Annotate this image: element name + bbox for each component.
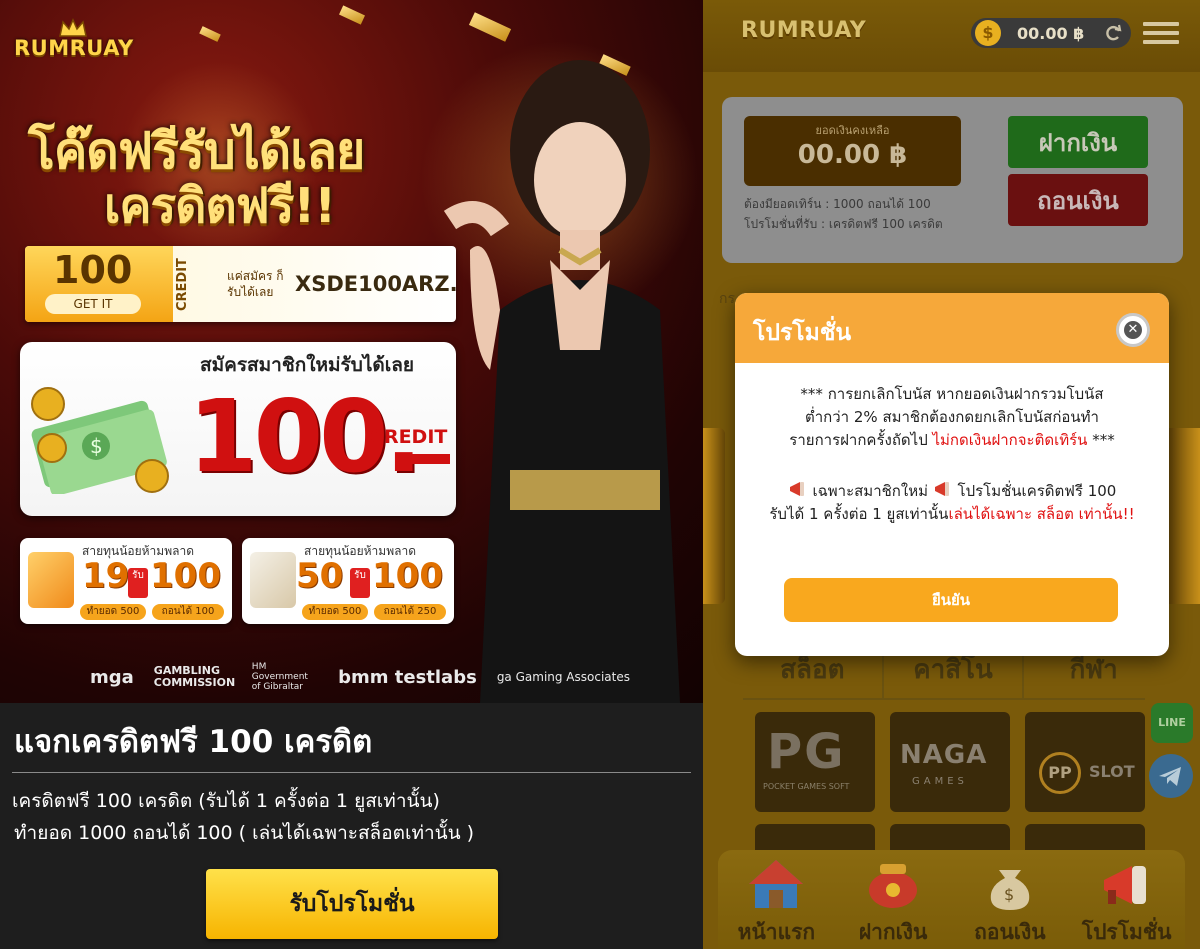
modal-new-member-line2: รับได้ 1 ครั้งต่อ 1 ยูสเท่านั้นเล่นได้เฉ…	[735, 503, 1169, 526]
model-photo	[443, 60, 680, 703]
app-screen: RUMRUAY $ 00.00 ฿ ยอดเงินคงเหลือ 00.00 ฿…	[703, 0, 1200, 949]
mini-card-withdraw: ถอนได้ 100	[152, 604, 224, 620]
mini-card-turnover: ทำยอด 500	[302, 604, 368, 620]
modal-body: *** การยกเลิกโบนัส หากยอดเงินฝากรวมโบนัส…	[735, 383, 1169, 526]
low-budget-card-19[interactable]: สายทุนน้อยห้ามพลาด 19 รับ 100 ทำยอด 500 …	[20, 538, 232, 624]
partner-gaming-associates: ga Gaming Associates	[496, 670, 630, 684]
logo-text: RUMRUAY	[14, 36, 134, 60]
signup-bonus-card: $ สมัครสมาชิกใหม่รับได้เลย 100. CREDIT	[20, 342, 456, 516]
mini-card-deposit: 50	[296, 556, 344, 596]
claim-promotion-button[interactable]: รับโปรโมชั่น	[206, 869, 498, 939]
mini-card-receive: รับ	[128, 568, 148, 598]
modal-rule-end: ***	[1087, 431, 1115, 449]
partner-bmm: bmm testlabs	[338, 666, 477, 688]
divider	[12, 772, 691, 773]
mini-card-receive: รับ	[350, 568, 370, 598]
modal-header: โปรโมชั่น ✕	[735, 293, 1169, 363]
promo-banner-panel: RUMRUAY โค๊ดฟรีรับได้เลย เครดิตฟรี!! 100…	[0, 0, 703, 949]
code-card-hint: แค่สมัคร ก็รับได้เลย	[227, 269, 284, 299]
modal-overlay: โปรโมชั่น ✕ *** การยกเลิกโบนัส หากยอดเงิ…	[703, 0, 1200, 949]
promotion-modal: โปรโมชั่น ✕ *** การยกเลิกโบนัส หากยอดเงิ…	[735, 293, 1169, 656]
modal-free-credit-text: โปรโมชั่นเครดิตฟรี 100	[957, 482, 1117, 500]
headline-free-credit: เครดิตฟรี!!	[104, 178, 336, 234]
code-card-amount: 100	[53, 248, 133, 292]
mini-card-receive-amount: 100	[150, 556, 221, 596]
confetti-decoration	[199, 26, 221, 42]
promo-banner: RUMRUAY โค๊ดฟรีรับได้เลย เครดิตฟรี!! 100…	[0, 0, 703, 703]
rumruay-logo[interactable]: RUMRUAY	[14, 18, 134, 74]
modal-new-member-line1: เฉพาะสมาชิกใหม่ โปรโมชั่นเครดิตฟรี 100	[735, 479, 1169, 503]
promo-code-card[interactable]: 100 GET IT CREDIT แค่สมัคร ก็รับได้เลย X…	[25, 246, 456, 322]
mini-card-turnover: ทำยอด 500	[80, 604, 146, 620]
promo-description-line2: ทำยอด 1000 ถอนได้ 100 ( เล่นได้เฉพาะสล็อ…	[14, 822, 475, 844]
get-it-badge: GET IT	[45, 294, 141, 314]
code-card-left: 100 GET IT	[25, 246, 173, 322]
megaphone-icon	[789, 482, 804, 496]
gift-box-icon	[250, 552, 296, 608]
confetti-decoration	[339, 5, 365, 25]
modal-new-member-text: เฉพาะสมาชิกใหม่	[812, 482, 928, 500]
promo-description-line1: เครดิตฟรี 100 เครดิต (รับได้ 1 ครั้งต่อ …	[12, 790, 440, 812]
megaphone-icon	[28, 552, 74, 608]
partner-gibraltar: HM Government of Gibraltar	[251, 662, 308, 692]
modal-bonus-rule-line3: รายการฝากครั้งถัดไป ไม่กดเงินฝากจะติดเทิ…	[735, 429, 1169, 452]
close-icon: ✕	[1124, 321, 1142, 339]
promo-title: แจกเครดิตฟรี 100 เครดิต	[14, 724, 373, 760]
modal-limit-text: รับได้ 1 ครั้งต่อ 1 ยูสเท่านั้น	[769, 505, 949, 523]
modal-bonus-rule-line2: ต่ำกว่า 2% สมาชิกต้องกดยกเลิกโบนัสก่อนทำ	[805, 408, 1099, 426]
svg-text:$: $	[90, 434, 103, 458]
confetti-decoration	[468, 12, 512, 42]
signup-title: สมัครสมาชิกใหม่รับได้เลย	[200, 354, 414, 376]
close-button[interactable]: ✕	[1116, 313, 1150, 347]
crown-icon	[59, 18, 87, 37]
code-card-credit-label: CREDIT	[175, 258, 190, 312]
low-budget-card-50[interactable]: สายทุนน้อยห้ามพลาด 50 รับ 100 ทำยอด 500 …	[242, 538, 454, 624]
partner-mga: mga	[90, 666, 134, 688]
modal-rule-text: รายการฝากครั้งถัดไป	[789, 431, 933, 449]
modal-title: โปรโมชั่น	[753, 320, 852, 346]
modal-rule-warning: ไม่กดเงินฝากจะติดเทิร์น	[932, 431, 1088, 449]
confirm-button[interactable]: ยืนยัน	[784, 578, 1118, 622]
modal-bonus-rule-line1: *** การยกเลิกโบนัส หากยอดเงินฝากรวมโบนัส	[800, 385, 1104, 403]
partner-logos: mga GAMBLING COMMISSION HM Government of…	[90, 662, 630, 692]
mini-card-deposit: 19	[82, 556, 130, 596]
megaphone-icon	[934, 482, 949, 496]
partner-gambling-commission: GAMBLING COMMISSION	[153, 664, 236, 689]
money-stack-icon: $	[31, 387, 169, 494]
modal-slot-only-text: เล่นได้เฉพาะ สล็อต เท่านั้น!!	[948, 505, 1135, 523]
